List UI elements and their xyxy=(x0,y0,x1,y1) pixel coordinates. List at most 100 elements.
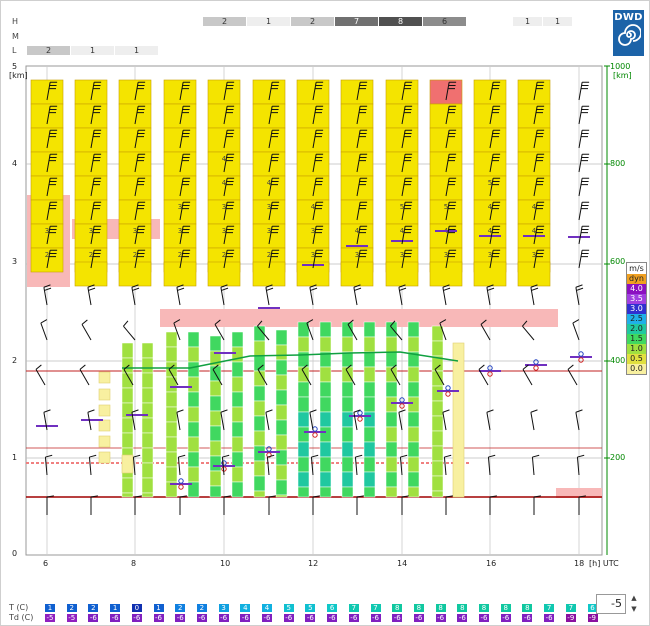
cloud-cell xyxy=(385,175,419,201)
temperature-value: 0 xyxy=(131,604,142,612)
velocity-bar xyxy=(385,396,398,413)
wind-barb xyxy=(578,249,590,269)
cloud-cell xyxy=(252,127,286,153)
velocity-bar xyxy=(187,391,200,408)
cloud-cell xyxy=(385,151,419,177)
spinner-down-icon[interactable]: ▼ xyxy=(628,605,640,615)
velocity-bar xyxy=(363,441,376,458)
cloud-cell xyxy=(30,103,64,129)
velocity-bar xyxy=(431,430,444,447)
temperature-label: T (C) xyxy=(9,603,29,612)
cloud-cell xyxy=(473,79,507,105)
wind-barb xyxy=(578,201,590,221)
left-tick-0: 0 xyxy=(12,549,18,558)
velocity-bar xyxy=(98,388,111,401)
spinner-up-icon[interactable]: ▲ xyxy=(628,594,640,604)
velocity-bar xyxy=(431,460,444,477)
x-tick-10: 10 xyxy=(220,559,231,568)
velocity-bar xyxy=(141,462,154,479)
velocity-bar xyxy=(253,400,266,417)
velocity-bar xyxy=(297,426,310,443)
temperature-value: 4 xyxy=(262,604,272,612)
dewpoint-value: -6 xyxy=(175,614,186,622)
right-tick-800: 800 xyxy=(610,159,626,168)
velocity-bar xyxy=(231,466,244,483)
wind-barb xyxy=(265,409,273,431)
velocity-bar xyxy=(275,404,288,421)
wind-barb xyxy=(575,284,584,306)
cloud-cell xyxy=(517,127,551,153)
offset-spinner-input[interactable]: -5 xyxy=(596,594,626,614)
x-tick-16: 16 xyxy=(486,559,497,568)
velocity-bar xyxy=(165,451,178,468)
velocity-bar xyxy=(407,366,420,383)
velocity-bar xyxy=(385,441,398,458)
wind-barb xyxy=(522,364,533,386)
temperature-value: 7 xyxy=(348,604,359,612)
cloud-cell xyxy=(517,103,551,129)
wind-barb xyxy=(530,284,539,306)
velocity-bar xyxy=(341,426,354,443)
cloud-cell xyxy=(163,175,197,201)
wind-barb xyxy=(134,495,142,515)
cloud-cell xyxy=(340,175,374,201)
velocity-bar xyxy=(275,329,288,346)
dewpoint-value: -6 xyxy=(305,614,316,622)
velocity-bar xyxy=(121,387,134,404)
velocity-bar xyxy=(319,381,332,398)
temperature-value: 2 xyxy=(175,604,186,612)
legend-item: 4.0 xyxy=(627,284,646,294)
velocity-bar xyxy=(253,385,266,402)
velocity-bar xyxy=(187,331,200,348)
dewpoint-value: -6 xyxy=(283,614,294,622)
velocity-bar xyxy=(407,381,420,398)
wind-barb xyxy=(578,105,590,125)
cloud-cell xyxy=(429,127,463,153)
temperature-value: 6 xyxy=(327,604,338,612)
velocity-bar xyxy=(253,415,266,432)
cloud-cell xyxy=(473,151,507,177)
wind-barb xyxy=(401,495,409,515)
cloud-cell xyxy=(207,103,241,129)
velocity-bar xyxy=(385,456,398,473)
velocity-bar xyxy=(209,380,222,397)
velocity-bar xyxy=(297,456,310,473)
velocity-bar xyxy=(297,471,310,488)
velocity-bar xyxy=(98,451,111,464)
cloud-cell xyxy=(74,151,108,177)
dewpoint-value: -6 xyxy=(348,614,359,622)
cloud-cell xyxy=(296,151,330,177)
cloud-cell xyxy=(163,151,197,177)
cloud-cell xyxy=(30,175,64,201)
x-tick-14: 14 xyxy=(397,559,408,568)
velocity-bar xyxy=(341,486,354,498)
wind-barb xyxy=(578,495,586,515)
velocity-bar xyxy=(253,430,266,447)
legend-item: 1.0 xyxy=(627,344,646,354)
x-tick-6: 6 xyxy=(43,559,49,568)
left-tick-1: 1 xyxy=(12,453,18,462)
velocity-bar xyxy=(297,366,310,383)
dewpoint-value: -6 xyxy=(110,614,121,622)
velocity-bar xyxy=(165,421,178,438)
velocity-bar xyxy=(385,486,398,498)
wind-barb xyxy=(268,495,276,515)
wind-barb xyxy=(578,153,590,173)
wind-barb xyxy=(486,284,495,306)
wind-barb xyxy=(220,284,229,306)
velocity-bar xyxy=(231,421,244,438)
velocity-bar xyxy=(297,441,310,458)
dewpoint-value: -6 xyxy=(196,614,207,622)
wind-barb xyxy=(43,284,52,306)
wind-barb xyxy=(176,409,184,431)
velocity-bar xyxy=(141,372,154,389)
wind-barb xyxy=(442,284,451,306)
velocity-bar xyxy=(231,331,244,348)
velocity-bar xyxy=(253,460,266,477)
cloud-cell xyxy=(340,199,374,225)
velocity-bar xyxy=(319,441,332,458)
velocity-bar xyxy=(165,361,178,378)
velocity-bar xyxy=(363,366,376,383)
velocity-bar xyxy=(98,435,111,448)
lcl-marker xyxy=(312,426,318,432)
